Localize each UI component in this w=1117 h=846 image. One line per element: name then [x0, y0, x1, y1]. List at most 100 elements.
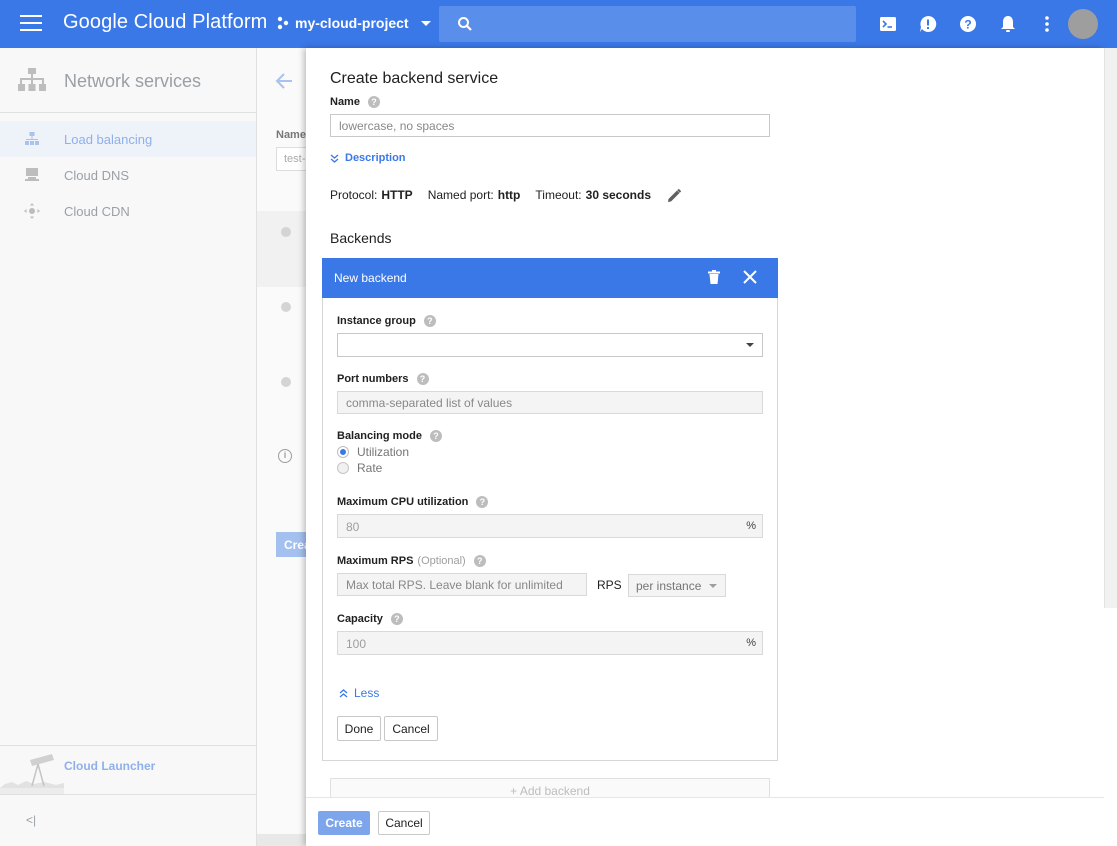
collapse-icon: <|	[26, 813, 37, 827]
port-numbers-field[interactable]	[337, 391, 763, 414]
step-dot	[281, 302, 291, 312]
description-toggle[interactable]: Description	[330, 152, 406, 164]
help-icon[interactable]: ?	[416, 373, 429, 385]
chevron-up-icon	[339, 688, 348, 697]
max-rps-label: Maximum RPS (Optional) ?	[337, 555, 486, 567]
max-rps-field[interactable]	[337, 573, 587, 596]
create-button[interactable]: Create	[318, 811, 370, 835]
backend-card-title: New backend	[334, 271, 407, 285]
cancel-button[interactable]: Cancel	[378, 811, 430, 835]
capacity-value: 100	[346, 637, 367, 651]
help-icon[interactable]: ?	[958, 14, 978, 34]
chevron-down-icon	[330, 154, 339, 163]
scrollbar-thumb[interactable]	[1104, 48, 1117, 608]
edit-icon[interactable]	[666, 188, 682, 204]
max-cpu-label: Maximum CPU utilization ?	[337, 496, 489, 508]
background-name-label: Name	[276, 129, 306, 141]
cloud-shell-icon[interactable]	[878, 14, 898, 34]
capacity-field[interactable]: 100 %	[337, 631, 763, 655]
page-title: Create backend service	[330, 70, 499, 87]
sidebar-item-label: Cloud CDN	[64, 204, 130, 219]
new-backend-card: New backend Instance group ? Port number…	[322, 258, 778, 761]
sidebar-item-cloud-dns[interactable]: Cloud DNS	[0, 157, 256, 193]
delete-icon[interactable]	[708, 270, 720, 284]
instance-group-select[interactable]	[337, 333, 763, 357]
less-link-label: Less	[354, 686, 380, 700]
sidebar-item-label: Cloud DNS	[64, 168, 130, 183]
feedback-icon[interactable]	[918, 14, 938, 34]
create-backend-panel: Create backend service Name ? Descriptio…	[306, 48, 1104, 846]
info-icon: i	[278, 449, 292, 463]
backends-heading: Backends	[330, 230, 392, 246]
collapse-nav-button[interactable]: <|	[0, 794, 256, 846]
help-icon[interactable]: ?	[367, 96, 380, 108]
add-backend-label: Add backend	[519, 784, 590, 798]
cloud-launcher-link[interactable]: Cloud Launcher	[0, 745, 256, 794]
sidebar-item-label: Load balancing	[64, 132, 153, 147]
radio-rate[interactable]: Rate	[337, 461, 382, 475]
step-dot	[281, 227, 291, 237]
backend-card-header: New backend	[322, 258, 778, 298]
add-backend-button[interactable]: + Add backend	[330, 778, 770, 798]
named-port-label: Named port:	[427, 188, 494, 202]
capacity-label: Capacity ?	[337, 613, 403, 625]
optional-tag: (Optional)	[417, 555, 466, 567]
menu-icon[interactable]	[20, 15, 42, 33]
nav-title: Network services	[64, 71, 202, 91]
dropdown-arrow-icon	[709, 584, 717, 588]
step-dot	[281, 377, 291, 387]
timeout-label: Timeout:	[535, 188, 582, 202]
plus-icon: +	[510, 784, 518, 798]
percent-unit: %	[746, 520, 756, 532]
radio-label: Rate	[357, 461, 383, 475]
chevron-down-icon	[420, 20, 431, 26]
port-numbers-label-text: Port numbers	[337, 373, 409, 385]
card-cancel-button[interactable]: Cancel	[384, 716, 438, 741]
background-panel: Name test- i Crea	[257, 48, 316, 846]
done-button[interactable]: Done	[337, 716, 381, 741]
help-icon[interactable]: ?	[473, 555, 486, 567]
dns-icon	[25, 168, 39, 181]
telescope-icon	[0, 754, 64, 794]
close-icon[interactable]	[742, 269, 758, 285]
balancing-mode-label-text: Balancing mode	[337, 430, 422, 442]
search-input[interactable]	[439, 6, 856, 42]
left-nav: Network services Load balancing Cloud DN…	[0, 48, 257, 846]
radio-button[interactable]	[337, 462, 349, 474]
help-icon[interactable]: ?	[429, 430, 442, 442]
sidebar-item-cloud-cdn[interactable]: Cloud CDN	[0, 193, 256, 229]
brand-title[interactable]: Google Cloud Platform	[63, 11, 267, 34]
svg-text:?: ?	[964, 18, 971, 32]
max-cpu-value: 80	[346, 520, 360, 534]
form-action-bar: Create Cancel	[306, 797, 1104, 846]
less-toggle[interactable]: Less	[339, 686, 379, 700]
protocol-value: HTTP	[381, 188, 413, 202]
balancing-mode-label: Balancing mode ?	[337, 430, 442, 442]
project-selector[interactable]: my-cloud-project	[277, 15, 431, 31]
rps-unit-label: RPS	[597, 578, 622, 592]
radio-utilization[interactable]: Utilization	[337, 445, 409, 459]
name-label: Name ?	[330, 96, 380, 108]
max-cpu-field[interactable]: 80 %	[337, 514, 763, 538]
sidebar-item-load-balancing[interactable]: Load balancing	[0, 121, 256, 157]
back-arrow-icon[interactable]	[275, 72, 293, 96]
radio-button-checked[interactable]	[337, 446, 349, 458]
capacity-label-text: Capacity	[337, 613, 383, 625]
description-link-label: Description	[345, 152, 406, 164]
notifications-icon[interactable]	[998, 14, 1018, 34]
rps-scope-select[interactable]: per instance	[628, 574, 726, 597]
max-cpu-label-text: Maximum CPU utilization	[337, 496, 469, 508]
help-icon[interactable]: ?	[476, 496, 489, 508]
avatar[interactable]	[1068, 9, 1098, 39]
more-vert-icon[interactable]	[1037, 14, 1057, 34]
help-icon[interactable]: ?	[423, 315, 436, 327]
name-field[interactable]	[330, 114, 770, 137]
nav-header: Network services	[0, 48, 256, 113]
help-icon[interactable]: ?	[390, 613, 403, 625]
network-services-icon	[18, 68, 46, 91]
max-rps-label-text: Maximum RPS	[337, 555, 414, 567]
instance-group-label: Instance group ?	[337, 315, 436, 327]
percent-unit: %	[746, 637, 756, 649]
timeout-value: 30 seconds	[585, 188, 652, 202]
instance-group-label-text: Instance group	[337, 315, 416, 327]
